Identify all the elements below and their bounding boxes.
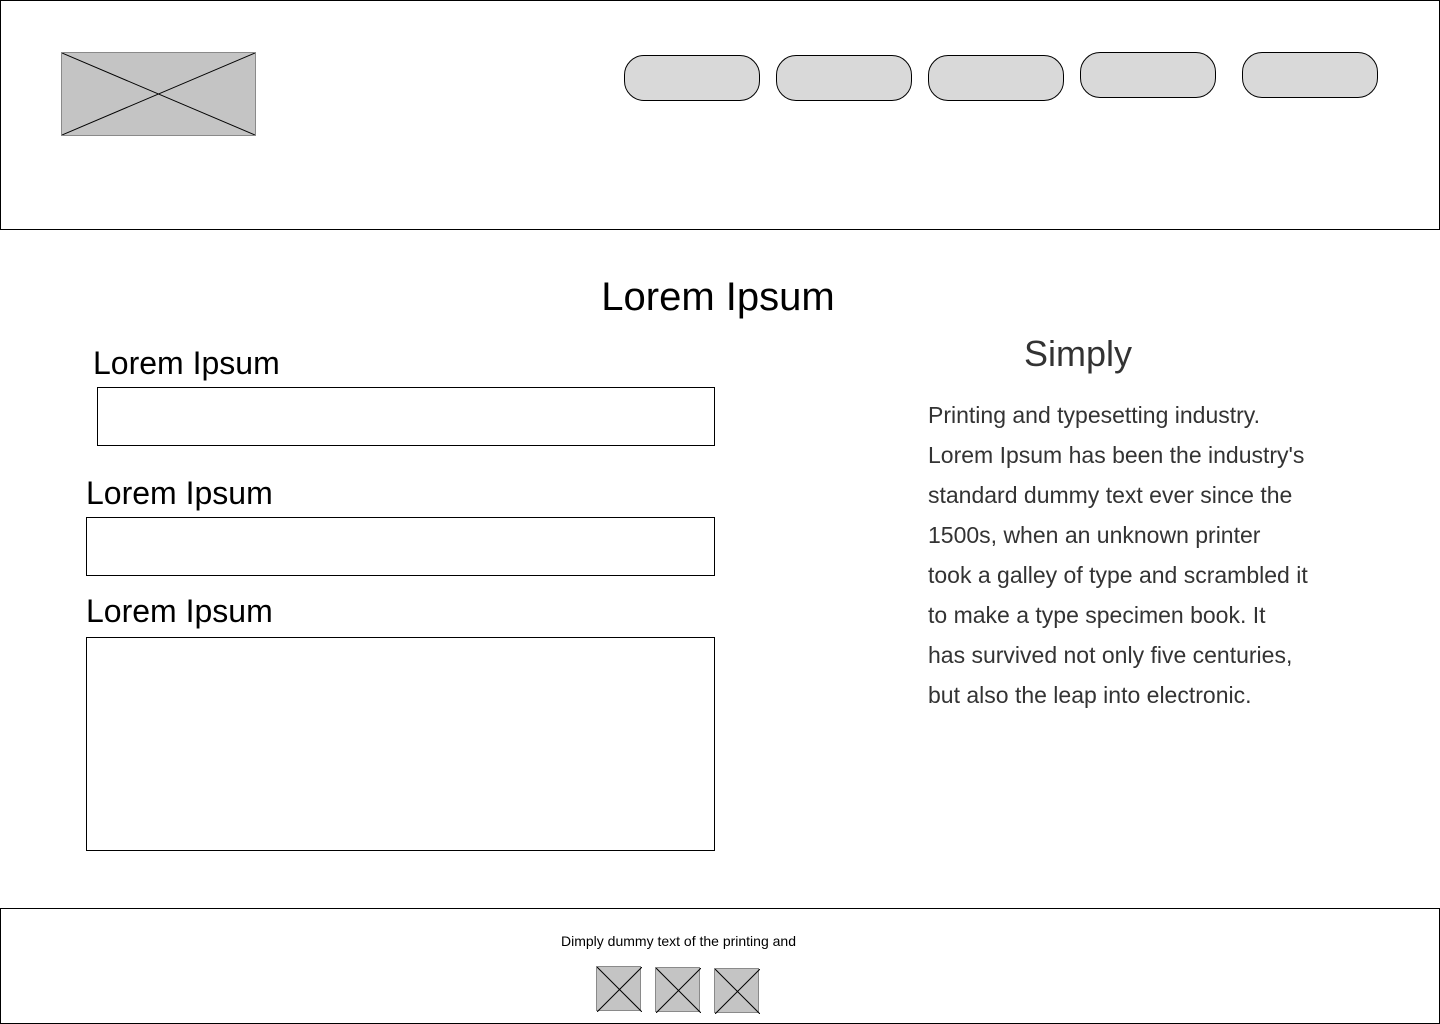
side-title: Simply (1024, 333, 1133, 374)
logo-image-placeholder-icon[interactable] (61, 52, 256, 136)
nav-button-3[interactable] (928, 55, 1064, 101)
footer-text: Dimply dummy text of the printing and (561, 933, 796, 949)
page-title: Lorem Ipsum (601, 275, 835, 319)
field-2-label: Lorem Ipsum (86, 475, 273, 511)
field-3-textarea[interactable] (86, 637, 715, 851)
field-1-input[interactable] (97, 387, 715, 446)
field-2-input[interactable] (86, 517, 715, 576)
field-1-label: Lorem Ipsum (93, 345, 280, 381)
side-paragraph: Printing and typesetting industry. Lorem… (928, 402, 1308, 708)
social-image-placeholder-icon-1[interactable] (596, 966, 643, 1013)
nav-button-4[interactable] (1080, 52, 1216, 98)
nav-button-1[interactable] (624, 55, 760, 101)
social-image-placeholder-icon-3[interactable] (714, 968, 761, 1015)
social-image-placeholder-icon-2[interactable] (655, 967, 702, 1014)
field-3-label: Lorem Ipsum (86, 593, 273, 629)
nav-button-5[interactable] (1242, 52, 1378, 98)
nav-button-2[interactable] (776, 55, 912, 101)
